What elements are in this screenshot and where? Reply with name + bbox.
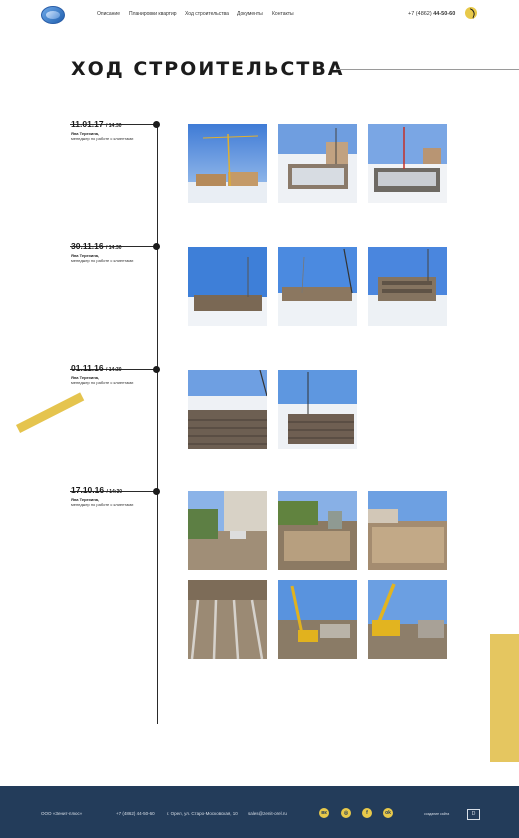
construction-photo[interactable] [188,580,267,659]
developer-logo-icon[interactable]: D [467,809,480,820]
date-value: 01.11.16 [71,363,104,373]
nav-item-contacts[interactable]: Контакты [272,11,294,17]
construction-photo[interactable] [188,370,267,449]
entry-date: 17.10.16 / 14:30 [71,485,122,495]
timeline-dot [153,366,160,373]
phone-prefix: +7 (4862) [408,11,434,17]
entry-role: менеджер по работе с клиентами [71,258,134,263]
odnoklassniki-icon[interactable]: ok [383,808,393,818]
timeline-dot [153,121,160,128]
decorative-stripe [16,392,85,434]
time-value: / 14:30 [106,367,122,373]
time-value: / 14:30 [106,123,122,129]
construction-photo[interactable] [278,580,357,659]
footer-email[interactable]: sales@zenit-orel.ru [248,811,287,816]
entry-role: менеджер по работе с клиентами [71,380,134,385]
date-value: 17.10.16 [71,485,105,495]
time-value: / 14:30 [106,489,123,495]
footer-dev-label: создание сайта [424,812,450,816]
construction-photo[interactable] [368,124,447,203]
instagram-icon[interactable]: ◎ [341,808,351,818]
construction-photo[interactable] [278,247,357,326]
facebook-icon[interactable]: f [362,808,372,818]
decorative-block [490,634,519,762]
construction-photo[interactable] [368,580,447,659]
entry-date: 01.11.16 / 14:30 [71,363,122,373]
timeline-dot [153,488,160,495]
construction-photo[interactable] [278,124,357,203]
page-title: ХОД СТРОИТЕЛЬСТВА [71,58,345,80]
site-logo[interactable] [41,6,65,24]
phone-icon[interactable] [465,7,477,19]
construction-photo[interactable] [188,124,267,203]
nav-item-documents[interactable]: Документы [237,11,263,17]
time-value: / 14:30 [106,245,122,251]
construction-photo[interactable] [368,247,447,326]
footer-address: г. Орел, ул. Старо-Московская, 10 [167,811,238,816]
phone-number: 44-50-60 [433,11,456,17]
nav-item-construction-progress[interactable]: Ход строительства [185,11,229,17]
construction-photo[interactable] [278,370,357,449]
nav-item-description[interactable]: Описание [97,11,120,17]
title-divider [336,69,519,70]
construction-photo[interactable] [368,491,447,570]
timeline-dot [153,243,160,250]
date-value: 11.01.17 [71,119,104,129]
entry-date: 30.11.16 / 14:30 [71,241,122,251]
entry-role: менеджер по работе с клиентами [71,136,134,141]
construction-photo[interactable] [278,491,357,570]
header-phone[interactable]: +7 (4862) 44-50-60 [408,11,455,17]
timeline-line [157,124,158,724]
construction-photo[interactable] [188,247,267,326]
footer-phone[interactable]: +7 (4862) 44-50-60 [116,811,155,816]
nav-item-floor-plans[interactable]: Планировки квартир [129,11,177,17]
entry-role: менеджер по работе с клиентами [71,502,134,507]
construction-photo[interactable] [188,491,267,570]
entry-date: 11.01.17 / 14:30 [71,119,122,129]
date-value: 30.11.16 [71,241,104,251]
vk-icon[interactable]: вк [319,808,329,818]
footer-company: ООО «Зенит-плюс» [41,811,83,816]
